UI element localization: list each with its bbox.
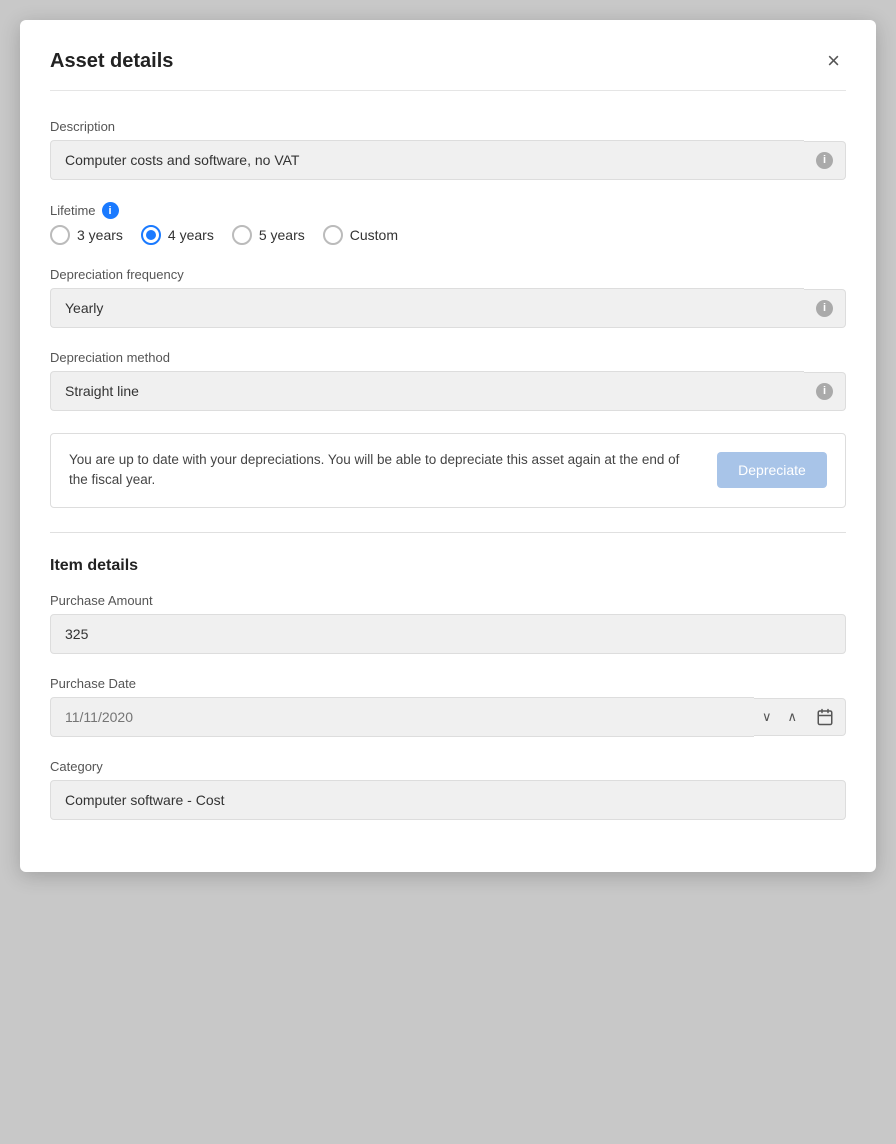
description-field-row: i <box>50 140 846 180</box>
lifetime-info-icon[interactable]: i <box>102 202 119 219</box>
depreciation-frequency-info-button[interactable]: i <box>804 289 846 328</box>
depreciate-button[interactable]: Depreciate <box>717 452 827 488</box>
radio-circle-5years <box>232 225 252 245</box>
purchase-date-input[interactable] <box>50 697 754 737</box>
lifetime-radio-group: 3 years 4 years 5 years Custom <box>50 225 846 245</box>
depreciation-method-input[interactable] <box>50 371 804 411</box>
depreciation-frequency-label: Depreciation frequency <box>50 267 846 282</box>
purchase-date-label: Purchase Date <box>50 676 846 691</box>
depreciation-frequency-input[interactable] <box>50 288 804 328</box>
section-divider <box>50 532 846 533</box>
description-input[interactable] <box>50 140 804 180</box>
category-label: Category <box>50 759 846 774</box>
radio-circle-4years <box>141 225 161 245</box>
depreciation-frequency-info-icon: i <box>816 300 833 317</box>
depreciation-frequency-section: Depreciation frequency i <box>50 267 846 328</box>
depreciation-method-field-row: i <box>50 371 846 411</box>
calendar-button[interactable] <box>805 698 846 736</box>
item-details-title: Item details <box>50 557 846 575</box>
radio-option-5years[interactable]: 5 years <box>232 225 305 245</box>
radio-circle-custom <box>323 225 343 245</box>
item-details-section: Item details Purchase Amount Purchase Da… <box>50 557 846 820</box>
radio-label-5years: 5 years <box>259 227 305 243</box>
radio-label-3years: 3 years <box>77 227 123 243</box>
radio-option-4years[interactable]: 4 years <box>141 225 214 245</box>
depreciation-method-info-button[interactable]: i <box>804 372 846 411</box>
purchase-amount-input[interactable] <box>50 614 846 654</box>
purchase-date-section: Purchase Date ∨ ∧ <box>50 676 846 737</box>
radio-label-4years: 4 years <box>168 227 214 243</box>
date-up-button[interactable]: ∧ <box>779 699 805 735</box>
purchase-date-field-row: ∨ ∧ <box>50 697 846 737</box>
description-info-button[interactable]: i <box>804 141 846 180</box>
description-label: Description <box>50 119 846 134</box>
description-section: Description i <box>50 119 846 180</box>
modal-title: Asset details <box>50 50 173 73</box>
radio-option-custom[interactable]: Custom <box>323 225 398 245</box>
depreciation-notice-box: You are up to date with your depreciatio… <box>50 433 846 508</box>
depreciation-method-info-icon: i <box>816 383 833 400</box>
radio-option-3years[interactable]: 3 years <box>50 225 123 245</box>
purchase-amount-section: Purchase Amount <box>50 593 846 654</box>
depreciation-method-section: Depreciation method i <box>50 350 846 411</box>
lifetime-section: Lifetime i 3 years 4 years 5 years Custo… <box>50 202 846 245</box>
category-section: Category <box>50 759 846 820</box>
date-down-button[interactable]: ∨ <box>754 699 780 735</box>
depreciation-frequency-field-row: i <box>50 288 846 328</box>
modal-header: Asset details × <box>50 48 846 91</box>
close-button[interactable]: × <box>821 48 846 74</box>
depreciation-notice-text: You are up to date with your depreciatio… <box>69 450 701 491</box>
calendar-icon <box>816 708 834 726</box>
radio-circle-3years <box>50 225 70 245</box>
lifetime-label: Lifetime i <box>50 202 846 219</box>
date-controls: ∨ ∧ <box>754 698 805 736</box>
purchase-amount-label: Purchase Amount <box>50 593 846 608</box>
description-info-icon: i <box>816 152 833 169</box>
category-input[interactable] <box>50 780 846 820</box>
radio-label-custom: Custom <box>350 227 398 243</box>
depreciation-method-label: Depreciation method <box>50 350 846 365</box>
asset-details-modal: Asset details × Description i Lifetime i… <box>20 20 876 872</box>
